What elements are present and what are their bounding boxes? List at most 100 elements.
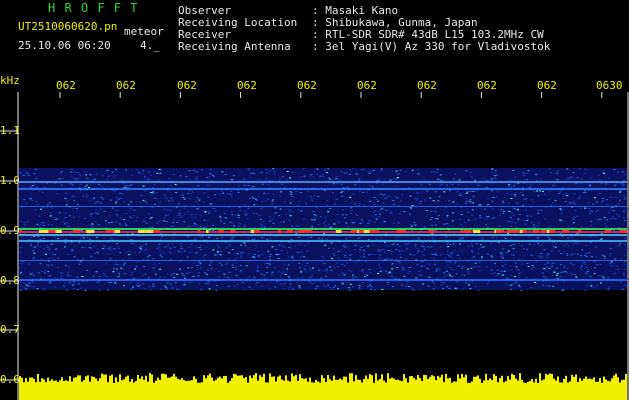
level-bar: [363, 379, 365, 386]
noise-speckle: [68, 282, 71, 283]
noise-speckle: [393, 199, 396, 201]
noise-speckle: [501, 253, 504, 255]
signal-hotspot: [359, 230, 364, 233]
noise-speckle: [414, 198, 417, 200]
noise-speckle: [177, 250, 180, 252]
noise-speckle: [276, 281, 279, 282]
noise-speckle: [299, 242, 302, 244]
noise-speckle: [219, 262, 222, 264]
noise-speckle: [145, 248, 148, 250]
noise-speckle: [74, 178, 77, 180]
noise-speckle: [569, 262, 572, 264]
noise-speckle: [416, 252, 419, 254]
noise-speckle: [542, 285, 545, 287]
noise-speckle: [414, 246, 417, 248]
noise-speckle: [158, 243, 161, 245]
noise-speckle: [461, 274, 463, 275]
noise-speckle: [54, 254, 57, 256]
noise-speckle: [459, 219, 462, 220]
noise-speckle: [334, 285, 337, 287]
noise-speckle: [379, 254, 382, 256]
noise-speckle: [482, 246, 485, 248]
noise-speckle: [183, 275, 186, 277]
noise-speckle: [333, 254, 336, 256]
level-bar: [585, 376, 587, 386]
noise-speckle: [19, 267, 22, 269]
noise-speckle: [373, 254, 376, 255]
noise-speckle: [142, 170, 145, 172]
noise-speckle: [42, 289, 45, 291]
level-bar: [579, 378, 581, 386]
level-bar: [439, 377, 441, 386]
noise-speckle: [92, 197, 95, 198]
noise-speckle: [308, 281, 311, 283]
noise-speckle: [214, 210, 217, 212]
noise-speckle: [22, 261, 25, 263]
level-bar: [625, 373, 627, 386]
noise-speckle: [112, 268, 115, 269]
signal-hotspot: [48, 230, 56, 233]
noise-speckle: [206, 274, 209, 276]
noise-speckle: [417, 274, 420, 276]
noise-speckle: [341, 191, 344, 193]
noise-speckle: [285, 179, 288, 181]
level-bar: [121, 380, 123, 386]
noise-speckle: [247, 208, 250, 209]
noise-speckle: [418, 270, 421, 272]
noise-speckle: [271, 274, 274, 276]
level-bar: [207, 375, 209, 386]
noise-speckle: [317, 195, 320, 197]
noise-speckle: [558, 250, 561, 252]
noise-speckle: [240, 271, 243, 273]
noise-speckle: [71, 250, 74, 252]
noise-speckle: [145, 222, 148, 224]
noise-speckle: [526, 219, 529, 221]
noise-speckle: [530, 215, 532, 217]
noise-speckle: [166, 282, 169, 284]
noise-speckle: [208, 176, 211, 178]
noise-speckle: [248, 286, 251, 288]
noise-speckle: [217, 276, 220, 278]
noise-speckle: [358, 284, 361, 286]
noise-speckle: [109, 215, 112, 217]
noise-speckle: [218, 193, 221, 195]
noise-speckle: [265, 277, 267, 279]
noise-speckle: [411, 169, 414, 171]
noise-speckle: [89, 174, 92, 176]
noise-speckle: [449, 244, 452, 246]
noise-speckle: [243, 184, 246, 186]
noise-speckle: [160, 220, 163, 222]
noise-speckle: [358, 179, 361, 181]
noise-speckle: [29, 273, 32, 275]
level-bar: [201, 382, 203, 386]
noise-speckle: [253, 277, 256, 279]
noise-speckle: [485, 224, 488, 226]
signal-hotspot: [55, 230, 62, 233]
noise-speckle: [191, 191, 194, 193]
noise-speckle: [525, 197, 528, 199]
noise-speckle: [552, 185, 555, 187]
noise-speckle: [470, 176, 473, 178]
noise-speckle: [240, 254, 243, 256]
noise-speckle: [165, 220, 168, 222]
noise-speckle: [400, 266, 403, 268]
noise-speckle: [518, 214, 521, 215]
noise-speckle: [317, 224, 320, 226]
noise-speckle: [512, 215, 515, 216]
level-bar: [163, 373, 165, 386]
noise-speckle: [527, 265, 530, 267]
noise-speckle: [560, 264, 562, 266]
noise-speckle: [514, 281, 517, 283]
noise-speckle: [225, 247, 228, 249]
noise-speckle: [344, 265, 346, 267]
noise-speckle: [423, 254, 425, 256]
level-bar: [567, 382, 569, 386]
noise-speckle: [286, 252, 289, 254]
noise-speckle: [73, 256, 76, 258]
noise-speckle: [78, 263, 81, 265]
noise-speckle: [148, 213, 151, 215]
noise-speckle: [165, 287, 168, 289]
noise-speckle: [273, 170, 276, 172]
level-bar: [123, 379, 125, 386]
noise-speckle: [502, 202, 505, 204]
